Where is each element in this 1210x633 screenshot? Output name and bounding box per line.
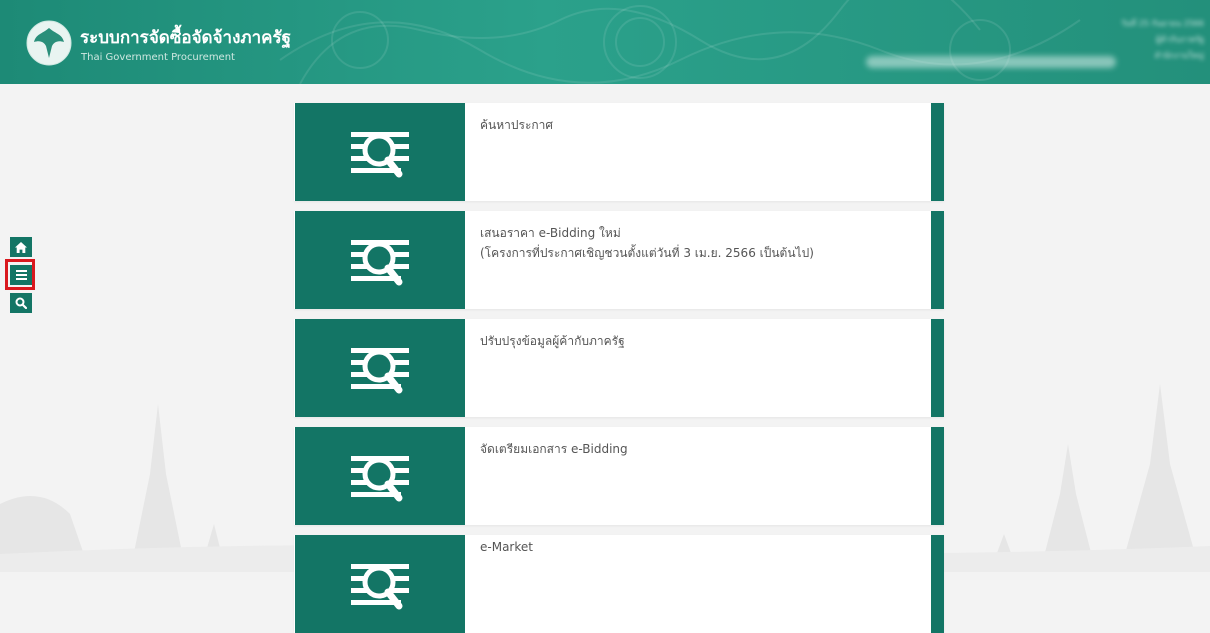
document-search-icon [351,564,409,610]
card-accent-bar [931,103,944,201]
card-thumbnail [295,535,465,633]
card-title: จัดเตรียมเอกสาร e-Bidding [480,442,628,456]
card-label: จัดเตรียมเอกสาร e-Bidding [480,439,628,459]
date-text: วันที่ 25 กันยายน 2566 [1120,19,1204,28]
card-label: เสนอราคา e-Bidding ใหม่ (โครงการที่ประกา… [480,223,814,263]
garuda-logo[interactable] [26,20,72,66]
home-button[interactable] [10,237,32,257]
card-subtitle: (โครงการที่ประกาศเชิญชวนตั้งแต่วันที่ 3 … [480,246,814,260]
card-title: เสนอราคา e-Bidding ใหม่ [480,226,621,240]
card-label: ปรับปรุงข้อมูลผู้ค้ากับภาครัฐ [480,331,625,351]
user-role[interactable]: ผู้ค้ากับภาครัฐ [1121,32,1204,48]
card-thumbnail [295,103,465,201]
card-label: ค้นหาประกาศ [480,115,553,135]
card-title: ค้นหาประกาศ [480,118,554,132]
home-icon [15,241,27,253]
card-accent-bar [931,211,944,309]
site-title: ระบบการจัดซื้อจัดจ้างภาครัฐ [80,28,292,48]
card-thumbnail [295,319,465,417]
document-search-icon [351,240,409,286]
card-title: ปรับปรุงข้อมูลผู้ค้ากับภาครัฐ [480,334,625,348]
site-header: ระบบการจัดซื้อจัดจ้างภาครัฐ Thai Governm… [0,0,1210,84]
menu-card-update-supplier-info[interactable]: ปรับปรุงข้อมูลผู้ค้ากับภาครัฐ [294,319,944,417]
card-accent-bar [931,427,944,525]
card-title: e-Market [480,540,533,554]
menu-card-e-market[interactable]: e-Market [294,535,944,633]
card-label: e-Market [480,537,533,557]
menu-card-search-announcement[interactable]: ค้นหาประกาศ [294,103,944,201]
document-search-icon [351,132,409,178]
search-icon [15,297,27,309]
menu-highlight-box [5,259,35,290]
card-thumbnail [295,211,465,309]
search-button[interactable] [10,293,32,313]
card-thumbnail [295,427,465,525]
user-office[interactable]: สำนักงานใหญ่ [1121,48,1204,64]
menu-card-prepare-e-bidding-docs[interactable]: จัดเตรียมเอกสาร e-Bidding [294,427,944,525]
site-subtitle: Thai Government Procurement [81,52,235,63]
user-info: วันที่ 25 กันยายน 2566 ผู้ค้ากับภาครัฐ ส… [1121,16,1204,64]
redacted-user-name [866,56,1116,68]
menu-card-e-bidding-new[interactable]: เสนอราคา e-Bidding ใหม่ (โครงการที่ประกา… [294,211,944,309]
document-search-icon [351,456,409,502]
document-search-icon [351,348,409,394]
card-accent-bar [931,535,944,633]
card-accent-bar [931,319,944,417]
